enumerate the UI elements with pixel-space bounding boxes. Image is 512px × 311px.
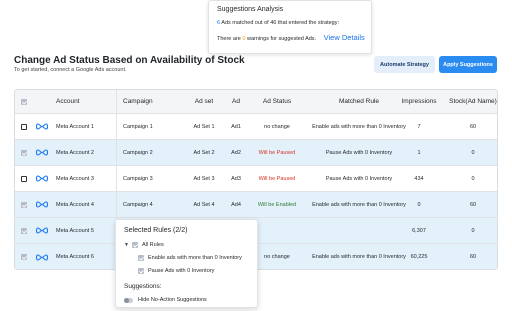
cell-impressions: 7 [417, 123, 421, 130]
rule-enable-checkbox[interactable] [138, 255, 144, 261]
cell-stock: 0 [471, 227, 475, 234]
suggestions-analysis-popover: Suggestions Analysis 6 Ads matched out o… [208, 0, 372, 54]
rule-option-enable[interactable]: Enable ads with more than 0 Inventory [138, 255, 242, 261]
cell-adset: Ad Set 3 [193, 175, 215, 182]
cell-adset: Ad Set 1 [193, 123, 215, 130]
cell-impressions: 6,307 [412, 227, 426, 234]
select-all-box[interactable] [21, 98, 27, 105]
row-checkbox-box[interactable] [21, 123, 27, 130]
cell-campaign: Campaign 3 [123, 175, 153, 182]
col-adset: Ad set [194, 98, 214, 105]
cell-stock: 60 [469, 254, 477, 260]
cell-ad: Ad1 [231, 123, 241, 130]
cell-impressions: 0 [417, 201, 421, 208]
warn-suffix: warnings for suggested Ads. [246, 36, 317, 42]
row-checkbox[interactable] [21, 166, 31, 191]
cell-ad: Ad3 [231, 175, 241, 182]
cell-ad-status: Will be Enabled [257, 201, 297, 208]
table-row[interactable]: Meta Account 4 Campaign 4 Ad Set 4 Ad4 W… [15, 192, 497, 218]
meta-logo-icon [36, 140, 48, 165]
col-campaign: Campaign [123, 98, 153, 105]
chevron-down-icon[interactable]: ▼ [124, 242, 130, 248]
cell-campaign: Campaign 4 [123, 201, 153, 208]
cell-account: Meta Account 1 [56, 123, 94, 130]
row-checkbox[interactable] [21, 114, 31, 139]
cell-campaign: Campaign 1 [123, 123, 153, 130]
table-header-row: Account Campaign Ad set Ad Ad Status Mat… [15, 90, 497, 114]
row-checkbox-box[interactable] [21, 227, 27, 234]
cell-account: Meta Account 3 [56, 175, 94, 182]
hide-no-action-option[interactable]: Hide No-Action Suggestions [124, 297, 207, 303]
warn-prefix: There are [217, 36, 241, 42]
cell-stock: 60 [469, 123, 477, 130]
rule-pause-checkbox[interactable] [138, 268, 144, 274]
cell-ad: Ad2 [231, 149, 241, 156]
cell-impressions: 60,225 [410, 254, 428, 260]
table-row[interactable]: Meta Account 1 Campaign 1 Ad Set 1 Ad1 n… [15, 114, 497, 140]
warn-count: 0 [242, 36, 246, 42]
page-subtitle: To get started, connect a Google Ads acc… [14, 67, 127, 73]
cell-ad-status: Will be Paused [258, 175, 296, 182]
selected-rules-dropdown: Selected Rules (2/2) ▼ All Rules Enable … [115, 219, 258, 308]
matched-count: 6 [217, 20, 221, 26]
analysis-warning-line: There are 0 warnings for suggested Ads. … [217, 33, 365, 42]
cell-account: Meta Account 6 [56, 254, 94, 260]
rule-pause-label: Pause Ads with 0 Inventory [148, 268, 215, 274]
cell-adset: Ad Set 4 [193, 201, 215, 208]
col-ad-status: Ad Status [262, 97, 292, 105]
all-rules-label: All Rules [142, 242, 164, 248]
analysis-matched-line: 6 Ads matched out of 46 that entered the… [217, 20, 363, 26]
page-title: Change Ad Status Based on Availability o… [14, 55, 245, 66]
apply-suggestions-button[interactable]: Apply Suggestions [439, 56, 497, 73]
row-checkbox[interactable] [21, 192, 31, 217]
row-checkbox[interactable] [21, 140, 31, 165]
matched-text: Ads matched out of 46 that entered the s… [221, 20, 340, 26]
all-rules-option[interactable]: ▼ All Rules [124, 242, 164, 248]
row-checkbox-box[interactable] [21, 175, 27, 182]
cell-account: Meta Account 5 [56, 227, 94, 234]
cell-campaign: Campaign 2 [123, 149, 153, 156]
cell-account: Meta Account 2 [56, 149, 94, 156]
rule-option-pause[interactable]: Pause Ads with 0 Inventory [138, 268, 214, 274]
cell-ad-status: Will be Paused [258, 149, 296, 156]
hide-no-action-toggle[interactable] [124, 297, 133, 303]
cell-stock: 0 [471, 149, 475, 156]
rule-enable-label: Enable ads with more than 0 Inventory [148, 255, 242, 261]
cell-impressions: 434 [414, 175, 424, 182]
cell-account: Meta Account 4 [56, 201, 94, 208]
automate-strategy-button[interactable]: Automate Strategy [374, 56, 435, 73]
view-details-link[interactable]: View Details [324, 33, 365, 42]
all-rules-checkbox[interactable] [132, 242, 138, 248]
row-checkbox-box[interactable] [21, 149, 27, 156]
meta-logo-icon [36, 166, 48, 191]
col-stock: Stock(Ad Name) [449, 97, 497, 105]
cell-adset: Ad Set 2 [193, 149, 215, 156]
hide-no-action-label: Hide No-Action Suggestions [138, 297, 207, 303]
col-account: Account [56, 98, 80, 105]
select-all-checkbox[interactable] [21, 90, 31, 113]
row-checkbox[interactable] [21, 218, 31, 243]
meta-logo-icon [36, 114, 48, 139]
col-impressions: Impressions [401, 98, 437, 105]
cell-ad: Ad4 [231, 201, 241, 208]
row-checkbox-box[interactable] [21, 201, 27, 208]
suggestions-label: Suggestions: [124, 283, 162, 290]
analysis-title: Suggestions Analysis [217, 6, 284, 13]
cell-stock: 0 [471, 175, 475, 182]
meta-logo-icon [36, 218, 48, 243]
col-ad: Ad [232, 98, 240, 105]
row-checkbox[interactable] [21, 244, 31, 269]
table-row[interactable]: Meta Account 2 Campaign 2 Ad Set 2 Ad2 W… [15, 140, 497, 166]
cell-ad-status: no change [264, 254, 290, 260]
cell-impressions: 1 [417, 149, 421, 156]
cell-stock: 60 [469, 201, 477, 208]
row-checkbox-box[interactable] [21, 254, 27, 260]
meta-logo-icon [36, 192, 48, 217]
cell-ad-status: no change [264, 123, 290, 130]
meta-logo-icon [36, 244, 48, 269]
table-row[interactable]: Meta Account 3 Campaign 3 Ad Set 3 Ad3 W… [15, 166, 497, 192]
selected-rules-title: Selected Rules (2/2) [124, 227, 188, 234]
